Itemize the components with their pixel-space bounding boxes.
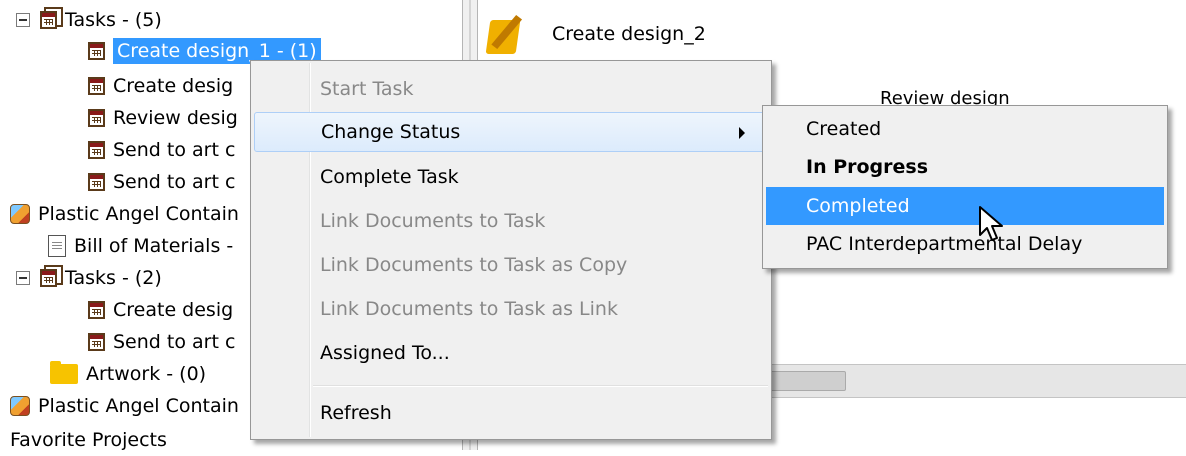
tree-node-label: Bill of Materials - xyxy=(74,235,234,257)
submenu-arrow-icon xyxy=(739,127,745,139)
menu-item-link-documents[interactable]: Link Documents to Task xyxy=(254,201,768,241)
menu-item-complete-task[interactable]: Complete Task xyxy=(254,157,768,197)
menu-item-label: Refresh xyxy=(320,402,392,424)
calendar-icon xyxy=(88,77,105,95)
menu-item-label: Link Documents to Task xyxy=(320,210,546,232)
tree-node-project[interactable]: Plastic Angel Contain xyxy=(10,198,239,230)
status-option-label: Completed xyxy=(806,195,910,217)
status-option-label: PAC Interdepartmental Delay xyxy=(806,233,1083,255)
collapse-icon[interactable] xyxy=(16,271,30,285)
tree-node-label: Send to art c xyxy=(113,331,236,353)
menu-item-link-documents-copy[interactable]: Link Documents to Task as Copy xyxy=(254,245,768,285)
tree-node-label: Plastic Angel Contain xyxy=(38,203,239,225)
tree-node-tasks[interactable]: Tasks - (2) xyxy=(16,262,162,294)
status-option-pac-delay[interactable]: PAC Interdepartmental Delay xyxy=(766,225,1164,263)
mouse-cursor-icon xyxy=(979,206,1003,241)
menu-item-assigned-to[interactable]: Assigned To... xyxy=(254,333,768,373)
pencil-icon xyxy=(485,20,521,54)
project-box-icon xyxy=(10,396,30,416)
menu-item-refresh[interactable]: Refresh xyxy=(254,393,768,433)
calendar-icon xyxy=(88,42,105,60)
calendar-icon xyxy=(88,173,105,191)
tasks-calendar-icon xyxy=(40,269,57,287)
tree-node-project[interactable]: Plastic Angel Contain xyxy=(10,390,239,422)
tree-node-label: Send to art c xyxy=(113,139,236,161)
tree-node-task[interactable]: Create desig xyxy=(88,70,233,102)
tree-node-folder[interactable]: Artwork - (0) xyxy=(50,358,206,390)
calendar-icon xyxy=(88,333,105,351)
menu-item-label: Change Status xyxy=(321,121,461,143)
status-option-label: In Progress xyxy=(806,156,929,178)
menu-item-change-status[interactable]: Change Status xyxy=(254,112,768,152)
menu-separator xyxy=(313,385,768,387)
calendar-icon xyxy=(88,301,105,319)
menu-item-link-documents-link[interactable]: Link Documents to Task as Link xyxy=(254,289,768,329)
tree-node-task[interactable]: Send to art c xyxy=(88,166,235,198)
menu-item-label: Link Documents to Task as Copy xyxy=(320,254,628,276)
tree-node-label: Tasks - (2) xyxy=(65,267,162,289)
collapse-icon[interactable] xyxy=(16,13,30,27)
tree-node-task[interactable]: Send to art c xyxy=(88,134,235,166)
tree-node-task[interactable]: Send to art c xyxy=(88,326,235,358)
tree-node-label: Create desig xyxy=(113,75,234,97)
tree-node-label: Artwork - (0) xyxy=(86,363,207,385)
tree-node-favorites[interactable]: Favorite Projects xyxy=(10,424,167,456)
tasks-calendar-icon xyxy=(40,11,57,29)
status-option-label: Created xyxy=(806,118,882,140)
folder-icon xyxy=(50,361,78,384)
project-box-icon xyxy=(10,204,30,224)
status-option-created[interactable]: Created xyxy=(766,110,1164,148)
calendar-icon xyxy=(88,141,105,159)
context-menu: Start Task Change Status Complete Task L… xyxy=(250,60,772,440)
document-icon xyxy=(48,235,66,257)
menu-item-label: Link Documents to Task as Link xyxy=(320,298,618,320)
tree-node-tasks[interactable]: Tasks - (5) xyxy=(16,4,162,36)
calendar-icon xyxy=(88,109,105,127)
status-option-in-progress[interactable]: In Progress xyxy=(766,148,1164,186)
menu-item-label: Assigned To... xyxy=(320,342,450,364)
detail-item-title[interactable]: Create design_2 xyxy=(552,18,706,50)
tree-node-label: Favorite Projects xyxy=(10,429,167,451)
tree-node-label: Review desig xyxy=(113,107,238,129)
status-submenu: Created In Progress Completed PAC Interd… xyxy=(762,105,1168,269)
tree-node-task[interactable]: Create desig xyxy=(88,294,233,326)
tree-node-label: Tasks - (5) xyxy=(65,9,162,31)
tree-node-label: Send to art c xyxy=(113,171,236,193)
tree-node-label: Plastic Angel Contain xyxy=(38,395,239,417)
status-option-completed[interactable]: Completed xyxy=(766,187,1164,225)
menu-item-start-task[interactable]: Start Task xyxy=(254,69,768,109)
menu-item-label: Complete Task xyxy=(320,166,459,188)
menu-item-label: Start Task xyxy=(320,78,414,100)
tree-node-bom[interactable]: Bill of Materials - xyxy=(48,230,233,262)
tree-node-task[interactable]: Review desig xyxy=(88,102,238,134)
tree-node-label: Create desig xyxy=(113,299,234,321)
